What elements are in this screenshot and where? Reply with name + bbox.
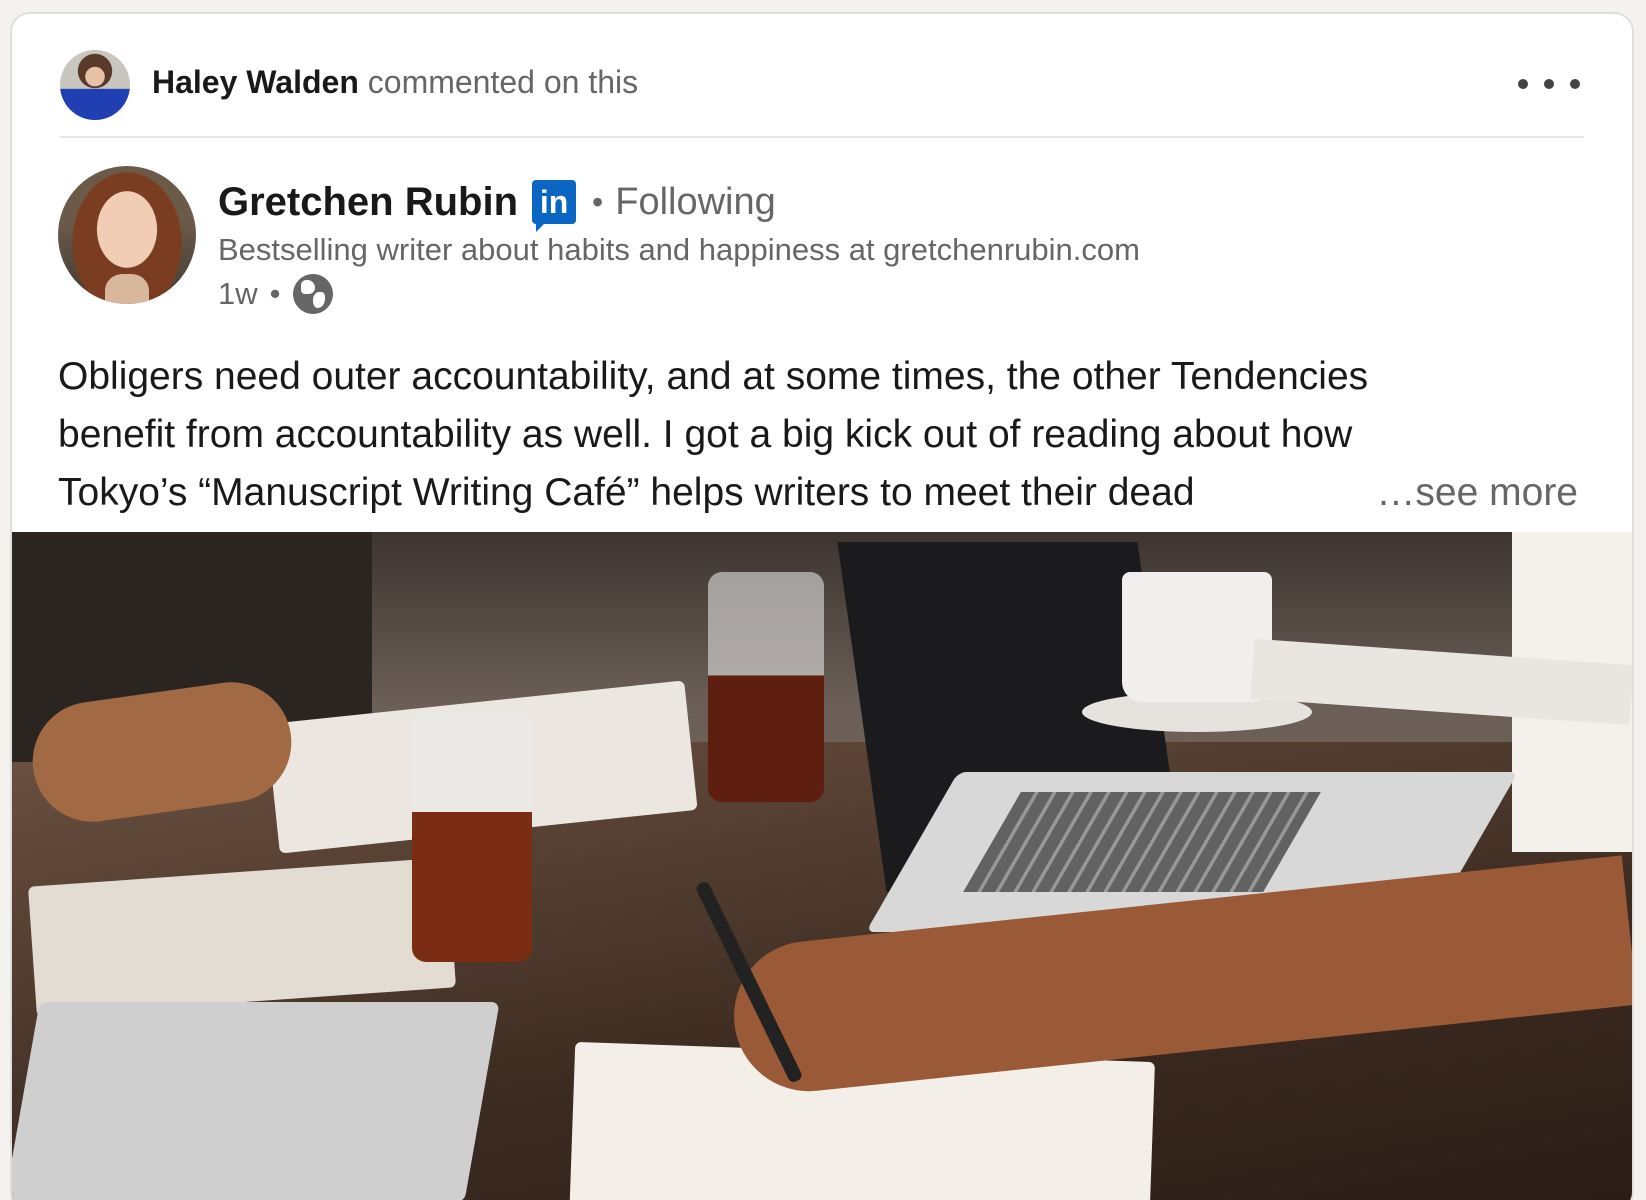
author-avatar[interactable] [58,166,196,304]
image-glass [412,712,532,962]
activity-text: Haley Walden commented on this [152,62,638,102]
author-line: Gretchen Rubin in • Following [218,178,776,232]
image-glass [708,572,824,802]
activity-header: Haley Walden commented on this [60,36,1584,138]
commenter-avatar[interactable] [60,50,130,120]
post-meta: 1w • [218,274,333,314]
post-text-line: benefit from accountability as well. I g… [58,413,1353,456]
separator-dot: • [269,276,281,311]
post-time[interactable]: 1w [218,274,258,314]
ellipsis-icon [1544,79,1554,89]
author-name[interactable]: Gretchen Rubin [218,178,518,226]
linkedin-icon: in [532,180,577,232]
post-image[interactable] [12,532,1632,1200]
follow-status: Following [615,181,776,223]
image-keyboard [963,792,1321,892]
globe-icon [292,274,333,314]
ellipsis-icon [1518,79,1528,89]
feed-post-card: Haley Walden commented on this Gretchen … [10,12,1634,1200]
post-body: Obligers need outer accountability, and … [58,348,1578,522]
ellipsis-icon [1570,79,1580,89]
more-options-button[interactable] [1514,66,1584,102]
commenter-name[interactable]: Haley Walden [152,64,359,100]
post-text-line: Tokyo’s “Manuscript Writing Café” helps … [58,471,1195,514]
activity-action: commented on this [367,64,639,100]
post-text-line: Obligers need outer accountability, and … [58,355,1369,398]
author-headline: Bestselling writer about habits and happ… [218,232,1140,267]
see-more-button[interactable]: …see more [1368,464,1578,522]
image-mug [1122,572,1272,702]
separator-dot: • [592,183,604,220]
image-laptop-closed [12,1002,500,1200]
